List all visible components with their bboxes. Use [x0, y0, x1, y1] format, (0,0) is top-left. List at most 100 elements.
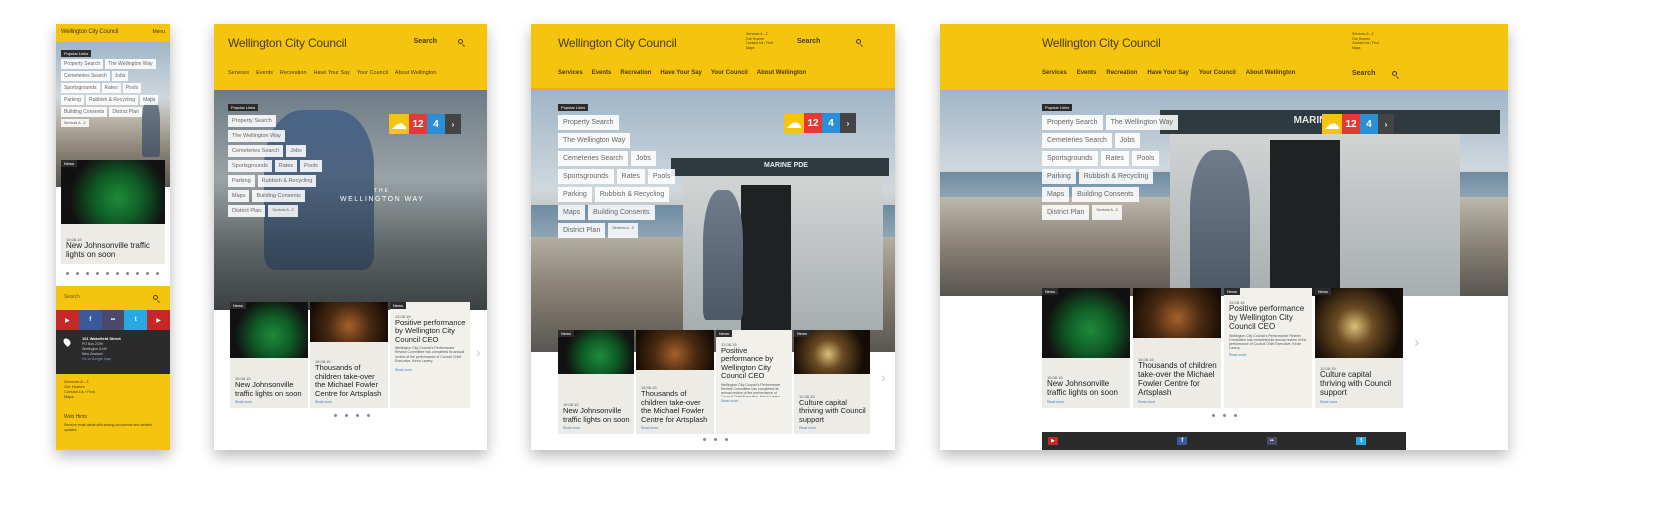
- carousel-dot[interactable]: [714, 438, 717, 441]
- utility-link-maps[interactable]: Maps: [1352, 46, 1379, 51]
- flickr-icon[interactable]: ••: [1227, 432, 1317, 450]
- link-rubbish-recycling[interactable]: Rubbish & Recycling: [594, 187, 670, 202]
- site-logo[interactable]: Wellington City Council: [228, 36, 347, 50]
- carousel-dot[interactable]: [116, 272, 119, 275]
- link-rates[interactable]: Rates: [274, 160, 298, 172]
- carousel-dot[interactable]: [156, 272, 159, 275]
- link-wellington-way[interactable]: The Wellington Way: [228, 130, 285, 142]
- youtube-icon[interactable]: ▶: [1042, 432, 1138, 450]
- nav-recreation[interactable]: Recreation: [620, 70, 651, 76]
- news-title[interactable]: Thousands of children take-over the Mich…: [641, 390, 710, 424]
- link-sportsgrounds[interactable]: Sportsgrounds: [228, 160, 272, 172]
- link-pools[interactable]: Pools: [1131, 151, 1160, 166]
- link-pools[interactable]: Pools: [647, 169, 676, 184]
- site-logo[interactable]: Wellington City Council: [1042, 36, 1161, 50]
- read-more-link[interactable]: Read more: [1047, 400, 1126, 404]
- news-title[interactable]: New Johnsonville traffic lights on soon: [66, 241, 161, 260]
- link-rubbish-recycling[interactable]: Rubbish & Recycling: [1078, 169, 1154, 184]
- link-services-a-z[interactable]: Services A - Z: [61, 119, 89, 127]
- youtube-icon[interactable]: ▶: [56, 310, 79, 330]
- carousel-dot[interactable]: [86, 272, 89, 275]
- carousel-dot[interactable]: [367, 414, 370, 417]
- link-jobs[interactable]: Jobs: [1114, 133, 1140, 148]
- facebook-icon[interactable]: f: [78, 310, 102, 330]
- google-map-link[interactable]: Go to Google map: [82, 357, 111, 361]
- carousel-dot[interactable]: [703, 438, 706, 441]
- news-title[interactable]: Positive performance by Wellington City …: [395, 318, 466, 344]
- utility-link-contact[interactable]: Contact Us / Find: [746, 41, 773, 46]
- link-building-consents[interactable]: Building Consents: [252, 190, 305, 202]
- link-jobs[interactable]: Jobs: [286, 145, 306, 157]
- link-maps[interactable]: Maps: [1042, 187, 1070, 202]
- link-rates[interactable]: Rates: [1100, 151, 1129, 166]
- news-title[interactable]: Thousands of children take-over the Mich…: [1138, 361, 1217, 398]
- carousel-next-icon[interactable]: ›: [1414, 334, 1419, 352]
- news-card[interactable]: News 13.08.15 Positive performance by We…: [716, 330, 792, 434]
- nav-about-wellington[interactable]: About Wellington: [757, 70, 807, 76]
- news-card[interactable]: News 19.08.15 New Johnsonville traffic l…: [558, 330, 634, 434]
- link-sportsgrounds[interactable]: Sportsgrounds: [61, 83, 100, 93]
- read-more-link[interactable]: Read more: [799, 426, 866, 430]
- twitter-icon[interactable]: t: [1317, 432, 1407, 450]
- carousel-dot[interactable]: [1223, 414, 1226, 417]
- link-maps[interactable]: Maps: [228, 190, 250, 202]
- link-sportsgrounds[interactable]: Sportsgrounds: [558, 169, 614, 184]
- link-sportsgrounds[interactable]: Sportsgrounds: [1042, 151, 1098, 166]
- footer-link-maps[interactable]: Maps: [64, 394, 74, 399]
- read-more-link[interactable]: Read more: [1229, 353, 1308, 357]
- link-wellington-way[interactable]: The Wellington Way: [1105, 115, 1178, 130]
- link-property-search[interactable]: Property Search: [228, 115, 276, 127]
- link-cemeteries-search[interactable]: Cemeteries Search: [1042, 133, 1112, 148]
- carousel-dot[interactable]: [334, 414, 337, 417]
- read-more-link[interactable]: Read more: [1320, 400, 1399, 404]
- news-card[interactable]: 18.08.15 Thousands of children take-over…: [1133, 288, 1221, 408]
- news-card[interactable]: 18.08.15 Thousands of children take-over…: [310, 302, 388, 408]
- search-button[interactable]: Search: [414, 38, 437, 45]
- facebook-icon[interactable]: f: [1138, 432, 1228, 450]
- carousel-dot[interactable]: [345, 414, 348, 417]
- search-button[interactable]: Search: [1352, 70, 1375, 77]
- link-parking[interactable]: Parking: [228, 175, 255, 187]
- news-card[interactable]: News 12.08.15 Culture capital thriving w…: [794, 330, 870, 434]
- nav-events[interactable]: Events: [1077, 70, 1097, 76]
- carousel-next-icon[interactable]: ›: [476, 344, 481, 360]
- link-cemeteries-search[interactable]: Cemeteries Search: [61, 71, 110, 81]
- carousel-dot[interactable]: [146, 272, 149, 275]
- news-title[interactable]: Positive performance by Wellington City …: [721, 346, 788, 381]
- news-card[interactable]: News 13.08.15 Positive performance by We…: [390, 302, 470, 408]
- news-card[interactable]: News 13.08.15 Positive performance by We…: [1224, 288, 1312, 408]
- utility-link-maps[interactable]: Maps: [746, 46, 773, 51]
- carousel-dot[interactable]: [1212, 414, 1215, 417]
- news-title[interactable]: Culture capital thriving with Council su…: [1320, 370, 1399, 398]
- link-parking[interactable]: Parking: [558, 187, 592, 202]
- link-district-plan[interactable]: District Plan: [1042, 205, 1090, 220]
- news-title[interactable]: Culture capital thriving with Council su…: [799, 398, 866, 424]
- link-jobs[interactable]: Jobs: [630, 151, 656, 166]
- mobile-search-bar[interactable]: Search: [56, 286, 170, 310]
- link-property-search[interactable]: Property Search: [558, 115, 619, 130]
- link-jobs[interactable]: Jobs: [111, 71, 129, 81]
- news-title[interactable]: Positive performance by Wellington City …: [1229, 304, 1308, 332]
- nav-about-wellington[interactable]: About Wellington: [395, 70, 436, 76]
- menu-button[interactable]: Menu: [152, 29, 165, 35]
- weather-next-arrow[interactable]: ›: [1378, 114, 1394, 134]
- search-button[interactable]: Search: [797, 38, 820, 45]
- link-property-search[interactable]: Property Search: [1042, 115, 1103, 130]
- news-card[interactable]: 18.08.15 Thousands of children take-over…: [636, 330, 714, 434]
- nav-have-your-say[interactable]: Have Your Say: [1147, 70, 1188, 76]
- read-more-link[interactable]: Read more: [395, 368, 466, 372]
- news-card[interactable]: News 19.08.15 New Johnsonville traffic l…: [230, 302, 308, 408]
- carousel-dot[interactable]: [106, 272, 109, 275]
- link-parking[interactable]: Parking: [61, 95, 84, 105]
- link-parking[interactable]: Parking: [1042, 169, 1076, 184]
- carousel-dot[interactable]: [126, 272, 129, 275]
- read-more-link[interactable]: Read more: [1138, 400, 1217, 404]
- search-icon[interactable]: [856, 39, 861, 44]
- read-more-link[interactable]: Read more: [563, 426, 630, 430]
- search-icon[interactable]: [153, 295, 158, 300]
- link-wellington-way[interactable]: The Wellington Way: [105, 59, 156, 69]
- nav-events[interactable]: Events: [256, 70, 273, 76]
- site-logo[interactable]: Wellington City Council: [61, 29, 118, 35]
- link-cemeteries-search[interactable]: Cemeteries Search: [228, 145, 284, 157]
- link-maps[interactable]: Maps: [558, 205, 586, 220]
